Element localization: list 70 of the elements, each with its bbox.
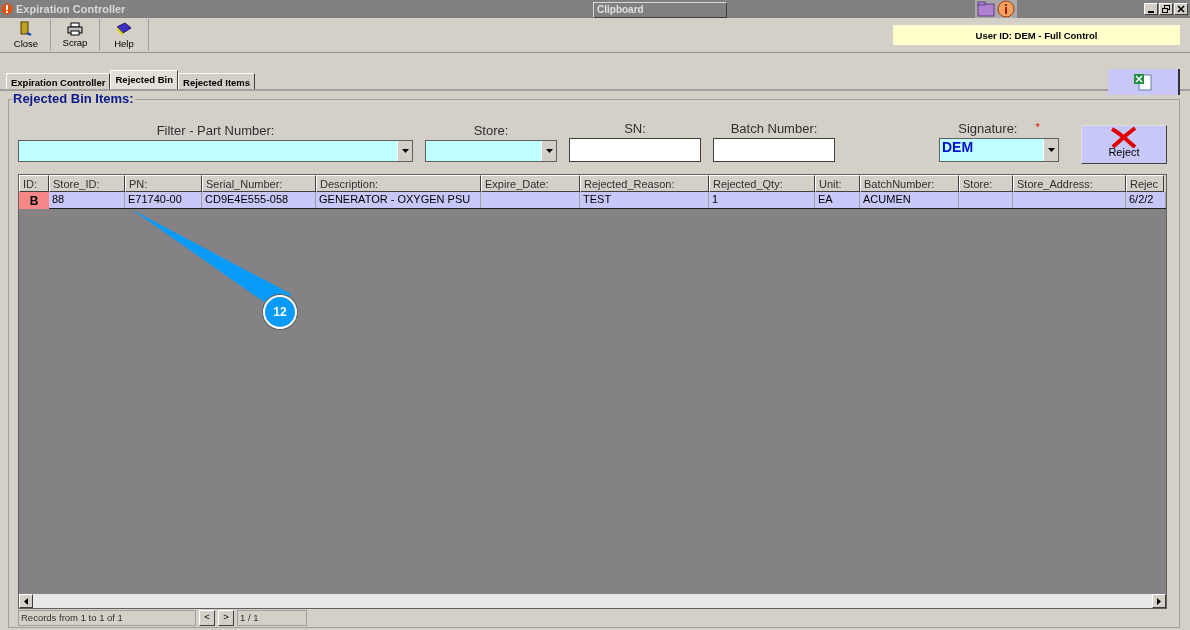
column-header[interactable]: Unit: [815, 175, 860, 192]
column-header[interactable]: BatchNumber: [860, 175, 959, 192]
tab[interactable]: Rejected Bin [110, 70, 179, 89]
cross-icon [1109, 125, 1139, 148]
column-header[interactable]: Expire_Date: [481, 175, 580, 192]
caret-icon [1047, 148, 1055, 152]
previous-button[interactable]: < [199, 610, 215, 626]
filter-label: Store: [473, 123, 509, 138]
excel-export-button[interactable] [1108, 69, 1180, 95]
toolbar-button[interactable]: Close [2, 19, 51, 51]
caret-icon [545, 149, 553, 153]
dropdown-field[interactable] [425, 140, 557, 162]
column-header[interactable]: Store_Address: [1013, 175, 1126, 192]
table-cell: 1 [709, 192, 815, 208]
minimize-button[interactable] [1144, 3, 1158, 15]
caret-icon [401, 149, 409, 153]
table-row[interactable]: B 88 E71740-00 CD9E4E555-058 GENERATOR - OXYGEN PSU TEST 1 EA ACUMEN 6/2/2 [19, 192, 1166, 209]
table-cell: CD9E4E555-058 [202, 192, 316, 208]
close-icon [1177, 5, 1185, 13]
tab[interactable]: Expiration Controller [6, 73, 111, 89]
user-info-label: User ID: DEM - Full Control [893, 25, 1180, 45]
door-icon [19, 21, 33, 37]
required-mark: * [1035, 121, 1040, 135]
filter-label: Batch Number: [730, 121, 818, 136]
table-cell: TEST [580, 192, 709, 208]
table-cell: 88 [49, 192, 125, 208]
close-button[interactable] [1174, 3, 1188, 15]
signature-label: Signature: [958, 121, 1018, 136]
input-field[interactable] [713, 138, 835, 162]
book-icon [116, 21, 132, 37]
table-cell: EA [815, 192, 860, 208]
horizontal-scrollbar[interactable] [19, 594, 1166, 608]
column-header[interactable]: ID: [19, 175, 49, 192]
column-header[interactable]: Store_ID: [49, 175, 125, 192]
info-icon[interactable] [997, 0, 1015, 18]
callout-badge: 12 [263, 295, 297, 329]
group-title: Rejected Bin Items: [12, 91, 135, 106]
column-header[interactable]: Rejected_Reason: [580, 175, 709, 192]
toolbar-button[interactable]: Help [100, 19, 149, 51]
table-cell: 6/2/2 [1126, 192, 1166, 208]
table-cell: ACUMEN [860, 192, 959, 208]
table-cell: GENERATOR - OXYGEN PSU [316, 192, 481, 208]
record-count: Records from 1 to 1 of 1 [18, 610, 196, 626]
input-field[interactable] [569, 138, 701, 162]
restore-icon [1162, 5, 1170, 13]
column-header[interactable]: Serial_Number: [202, 175, 316, 192]
reject-button[interactable]: Reject [1081, 125, 1167, 164]
column-header[interactable]: Rejected_Qty: [709, 175, 815, 192]
window-title: Expiration Controller [16, 3, 126, 15]
restore-button[interactable] [1159, 3, 1173, 15]
app-icon [1, 3, 13, 15]
tab[interactable]: Rejected Items [178, 73, 256, 89]
column-header[interactable]: Store: [959, 175, 1013, 192]
page-indicator: 1 / 1 [237, 610, 307, 626]
signature-dropdown[interactable]: DEM [939, 138, 1059, 162]
left-arrow-icon [24, 597, 28, 605]
folder-icon[interactable] [977, 1, 995, 17]
dropdown-field[interactable] [18, 140, 413, 162]
column-header[interactable]: Description: [316, 175, 481, 192]
spreadsheet-icon [1133, 73, 1153, 91]
column-header[interactable]: PN: [125, 175, 202, 192]
column-header[interactable]: Rejec [1126, 175, 1164, 192]
row-marker: B [19, 192, 49, 209]
next-button[interactable]: > [218, 610, 234, 626]
right-arrow-icon [1157, 597, 1161, 605]
table-cell: E71740-00 [125, 192, 202, 208]
printer-icon [67, 22, 83, 36]
filter-label: Filter - Part Number: [156, 123, 275, 138]
filter-label: SN: [624, 121, 646, 136]
toolbar-button[interactable]: Scrap [51, 19, 100, 51]
